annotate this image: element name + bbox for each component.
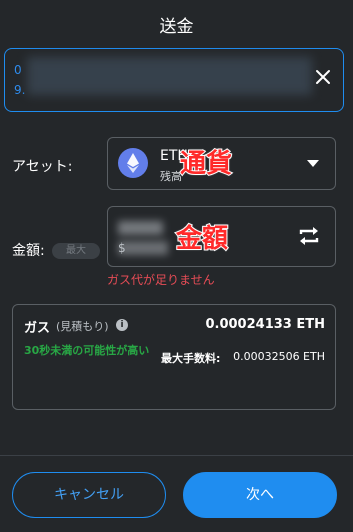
insufficient-gas-error: ガス代が足りません	[107, 273, 215, 287]
chevron-down-icon	[307, 160, 319, 167]
page-title: 送金	[159, 17, 194, 37]
next-button[interactable]: 次へ	[183, 472, 337, 518]
cancel-button[interactable]: キャンセル	[12, 472, 166, 518]
recipient-address-line2: 9.	[14, 83, 26, 97]
amount-redaction	[118, 221, 163, 235]
ethereum-icon	[118, 148, 148, 178]
gas-estimate-panel: ガス (見積もり) i 0.00024133 ETH 30秒未満の可能性が高い …	[12, 304, 336, 410]
recipient-address-line1: 0	[14, 63, 22, 77]
gas-value: 0.00024133 ETH	[205, 317, 325, 332]
asset-label: アセット:	[12, 159, 73, 175]
swap-icon[interactable]	[297, 226, 321, 246]
amount-label: 金額:	[12, 243, 45, 259]
close-icon[interactable]	[315, 69, 331, 85]
max-button[interactable]: 最大	[52, 243, 100, 259]
max-fee-label: 最大手数料:	[161, 352, 221, 365]
recipient-address-field[interactable]: 0 9.	[4, 48, 344, 112]
gas-time-estimate: 30秒未満の可能性が高い	[24, 344, 150, 357]
asset-balance-label: 残高	[160, 170, 182, 183]
address-redaction	[27, 57, 312, 95]
info-icon[interactable]: i	[116, 319, 128, 331]
currency-annotation: 通貨	[179, 148, 233, 180]
amount-annotation: 金額	[175, 223, 229, 255]
gas-subtitle: (見積もり)	[56, 320, 109, 333]
max-fee-value: 0.00032506 ETH	[233, 350, 325, 363]
fiat-prefix: $	[118, 241, 126, 255]
gas-title: ガス	[24, 321, 51, 336]
footer-divider	[0, 455, 353, 456]
